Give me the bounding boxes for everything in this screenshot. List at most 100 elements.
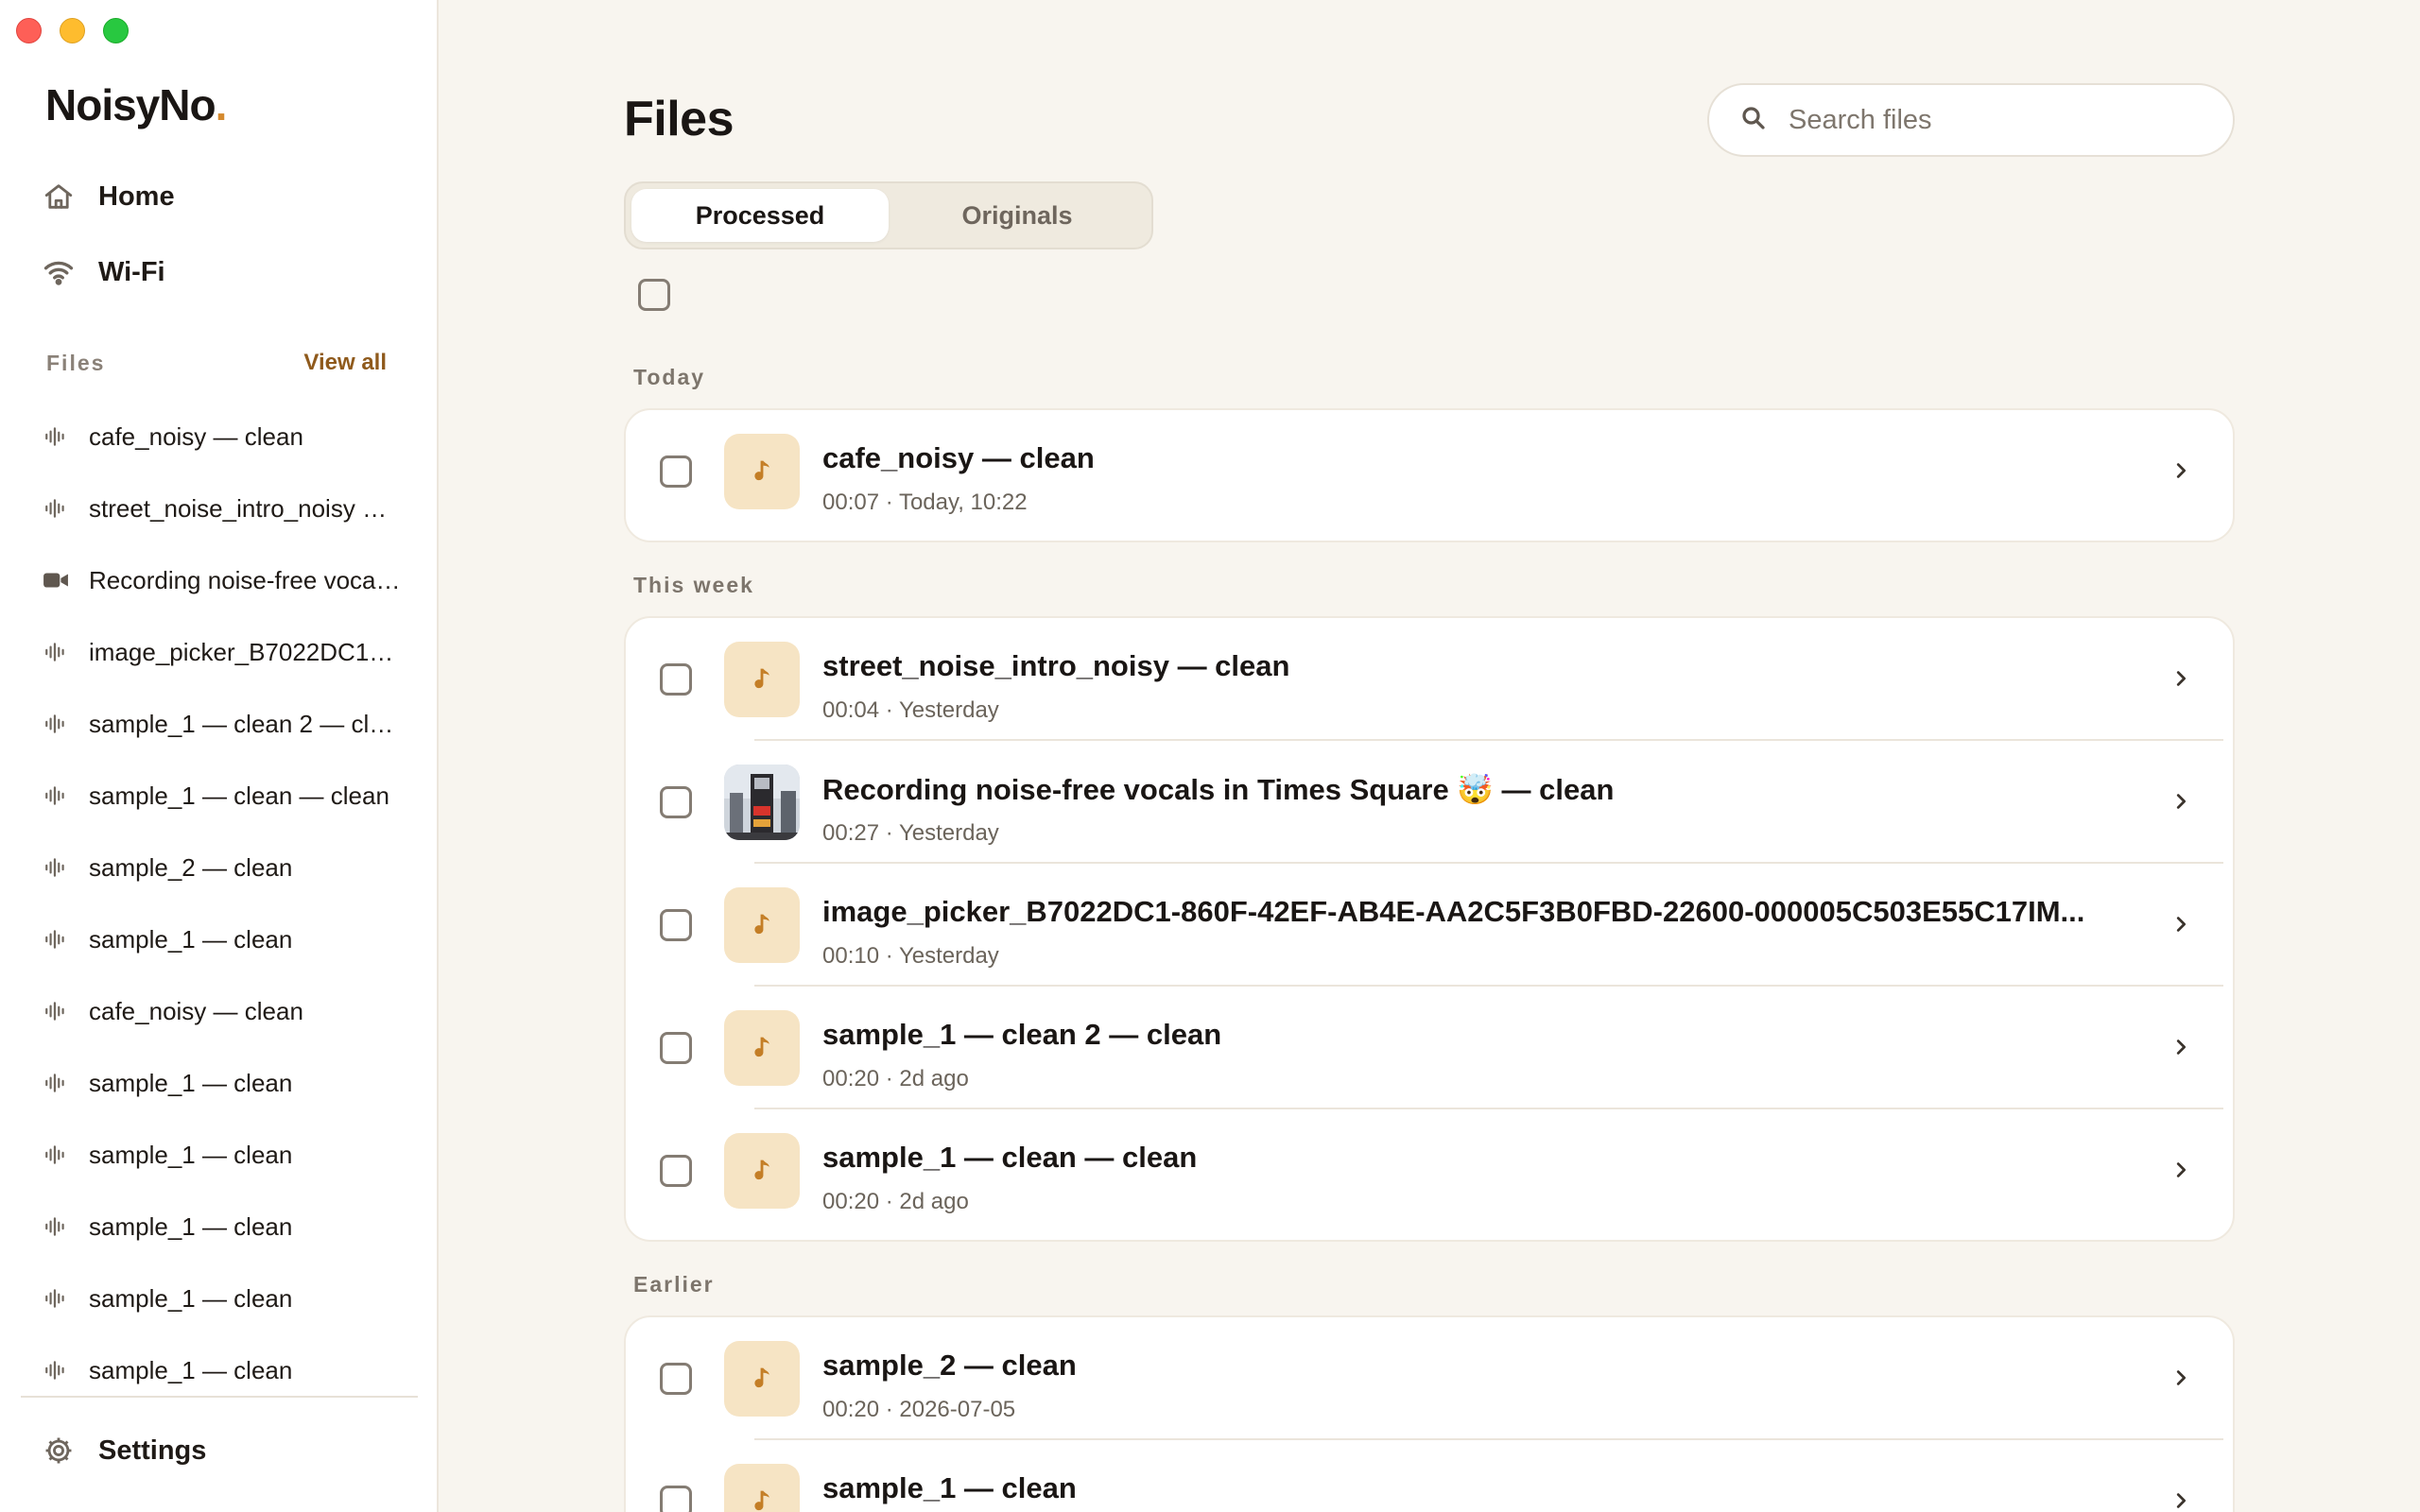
- chevron-right-icon[interactable]: [2167, 787, 2195, 816]
- file-group-today: cafe_noisy — clean 00:07 · Today, 10:22: [624, 408, 2235, 542]
- sidebar-file-label: sample_1 — clean: [89, 1211, 293, 1241]
- file-name: sample_2 — clean: [822, 1349, 1077, 1382]
- waveform-icon: [42, 496, 70, 521]
- page-title: Files: [624, 92, 735, 146]
- file-row[interactable]: street_noise_intro_noisy — clean 00:04 · …: [626, 618, 2233, 741]
- file-row[interactable]: sample_1 — clean 2 — clean 00:20 · 2d ago: [626, 987, 2233, 1109]
- sidebar-file-item[interactable]: cafe_noisy — clean: [42, 975, 401, 1047]
- sidebar-divider: [21, 1396, 418, 1398]
- sidebar-file-item[interactable]: Recording noise-free vocals in Times Squ…: [42, 544, 401, 616]
- sidebar-file-item[interactable]: cafe_noisy — clean: [42, 401, 401, 472]
- file-name: sample_1 — clean 2 — clean: [822, 1018, 1222, 1051]
- sidebar-file-list: cafe_noisy — clean street_noise_intro_noi…: [42, 401, 401, 1406]
- sidebar-file-label: cafe_noisy — clean: [89, 996, 303, 1025]
- section-label-today: Today: [633, 365, 706, 389]
- file-row-checkbox[interactable]: [660, 1363, 692, 1395]
- sidebar-file-item[interactable]: sample_1 — clean: [42, 1263, 401, 1334]
- waveform-icon: [42, 1143, 70, 1167]
- sidebar-file-item[interactable]: image_picker_B7022DC1-860F-42EF-AB4E-AA2…: [42, 616, 401, 688]
- select-all-checkbox[interactable]: [638, 279, 670, 311]
- sidebar-file-item[interactable]: sample_1 — clean 2 — clean: [42, 688, 401, 760]
- file-meta: 00:04 · Yesterday: [822, 697, 999, 723]
- chevron-right-icon[interactable]: [2167, 910, 2195, 938]
- file-group-earlier: sample_2 — clean 00:20 · 2026-07-05 sample…: [624, 1315, 2235, 1512]
- file-row-checkbox[interactable]: [660, 786, 692, 818]
- sidebar-item-label: Home: [98, 180, 175, 212]
- close-window-button[interactable]: [16, 18, 42, 43]
- waveform-icon: [42, 855, 70, 880]
- sidebar-file-item[interactable]: sample_2 — clean: [42, 832, 401, 903]
- waveform-icon: [42, 1286, 70, 1311]
- file-name: sample_1 — clean — clean: [822, 1141, 1198, 1174]
- music-note-icon: [724, 642, 800, 717]
- view-all-link[interactable]: View all: [303, 350, 387, 376]
- file-row-checkbox[interactable]: [660, 663, 692, 696]
- gear-icon: [42, 1434, 76, 1468]
- sidebar-file-label: street_noise_intro_noisy — clean: [89, 493, 401, 523]
- file-row[interactable]: sample_1 — clean — clean 00:20 · 2d ago: [626, 1109, 2233, 1232]
- sidebar: NoisyNo. Home Wi-Fi Files View all cafe_…: [0, 0, 439, 1512]
- waveform-icon: [42, 640, 70, 664]
- file-meta: 00:07 · Today, 10:22: [822, 490, 1028, 515]
- music-note-icon: [724, 434, 800, 509]
- minimize-window-button[interactable]: [60, 18, 85, 43]
- sidebar-file-item[interactable]: sample_1 — clean: [42, 1047, 401, 1119]
- file-row-checkbox[interactable]: [660, 909, 692, 941]
- tab-originals[interactable]: Originals: [889, 189, 1146, 242]
- sidebar-item-settings[interactable]: Settings: [42, 1424, 206, 1477]
- file-row[interactable]: cafe_noisy — clean 00:07 · Today, 10:22: [626, 410, 2233, 541]
- home-icon: [42, 180, 76, 214]
- sidebar-file-item[interactable]: sample_1 — clean: [42, 903, 401, 975]
- file-name: image_picker_B7022DC1-860F-42EF-AB4E-AA2…: [822, 895, 2085, 928]
- music-note-icon: [724, 1341, 800, 1417]
- sidebar-file-label: sample_2 — clean: [89, 852, 293, 882]
- file-name: street_noise_intro_noisy — clean: [822, 649, 1290, 682]
- search-input[interactable]: [1789, 104, 2204, 136]
- file-row-checkbox[interactable]: [660, 1155, 692, 1187]
- file-name: sample_1 — clean: [822, 1471, 1077, 1504]
- file-row[interactable]: Recording noise-free vocals in Times Squ…: [626, 741, 2233, 864]
- section-label-earlier: Earlier: [633, 1272, 715, 1297]
- search-field[interactable]: [1707, 83, 2235, 157]
- waveform-icon: [42, 1358, 70, 1383]
- chevron-right-icon[interactable]: [2167, 1156, 2195, 1184]
- file-row-checkbox[interactable]: [660, 1032, 692, 1064]
- file-row[interactable]: sample_2 — clean 00:20 · 2026-07-05: [626, 1317, 2233, 1440]
- chevron-right-icon[interactable]: [2167, 1364, 2195, 1392]
- search-icon: [1739, 104, 1768, 137]
- sidebar-file-label: image_picker_B7022DC1-860F-42EF-AB4E-AA2…: [89, 637, 401, 666]
- chevron-right-icon[interactable]: [2167, 664, 2195, 693]
- sidebar-file-label: cafe_noisy — clean: [89, 421, 303, 451]
- sidebar-file-item[interactable]: sample_1 — clean — clean: [42, 760, 401, 832]
- sidebar-file-item[interactable]: street_noise_intro_noisy — clean: [42, 472, 401, 544]
- settings-label: Settings: [98, 1435, 207, 1466]
- waveform-icon: [42, 783, 70, 808]
- sidebar-file-label: sample_1 — clean — clean: [89, 781, 389, 810]
- sidebar-file-label: sample_1 — clean: [89, 924, 293, 954]
- waveform-icon: [42, 712, 70, 736]
- file-group-this-week: street_noise_intro_noisy — clean 00:04 · …: [624, 616, 2235, 1242]
- chevron-right-icon[interactable]: [2167, 1033, 2195, 1061]
- file-row[interactable]: image_picker_B7022DC1-860F-42EF-AB4E-AA2…: [626, 864, 2233, 987]
- video-camera-icon: [42, 570, 70, 591]
- music-note-icon: [724, 887, 800, 963]
- sidebar-file-label: sample_1 — clean: [89, 1140, 293, 1169]
- sidebar-file-item[interactable]: sample_1 — clean: [42, 1119, 401, 1191]
- chevron-right-icon[interactable]: [2167, 1486, 2195, 1512]
- zoom-window-button[interactable]: [103, 18, 129, 43]
- file-name: cafe_noisy — clean: [822, 441, 1095, 474]
- file-row-checkbox[interactable]: [660, 1486, 692, 1512]
- video-thumbnail: [724, 765, 800, 840]
- file-row-checkbox[interactable]: [660, 455, 692, 488]
- chevron-right-icon[interactable]: [2167, 456, 2195, 485]
- sidebar-item-wifi[interactable]: Wi-Fi: [42, 246, 165, 299]
- file-meta: 00:27 · Yesterday: [822, 820, 999, 846]
- sidebar-files-header: Files View all: [46, 350, 387, 376]
- sidebar-file-item[interactable]: sample_1 — clean: [42, 1191, 401, 1263]
- tab-processed[interactable]: Processed: [631, 189, 889, 242]
- sidebar-item-home[interactable]: Home: [42, 170, 175, 223]
- file-meta: 00:20 · 2026-07-05: [822, 1397, 1016, 1422]
- file-row[interactable]: sample_1 — clean: [626, 1440, 2233, 1512]
- tab-switcher: Processed Originals: [624, 181, 1153, 249]
- sidebar-file-label: sample_1 — clean: [89, 1068, 293, 1097]
